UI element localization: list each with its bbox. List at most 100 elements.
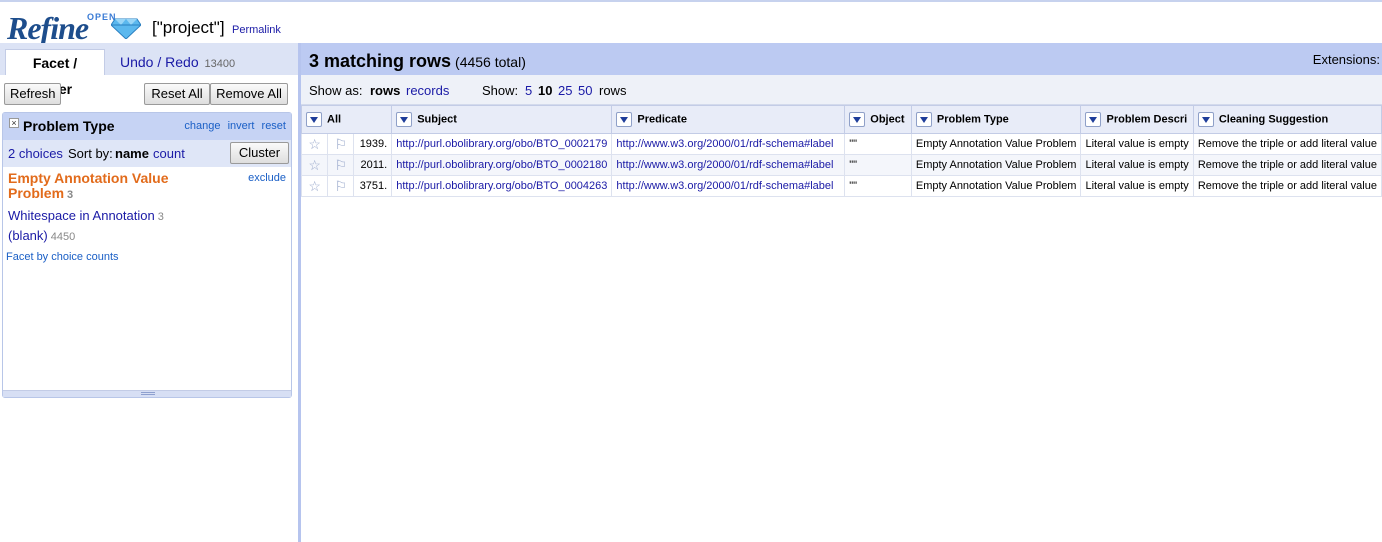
cell-predicate[interactable]: http://www.w3.org/2000/01/rdf-schema#lab… <box>611 175 846 197</box>
remove-all-button[interactable]: Remove All <box>210 83 288 105</box>
cell-problem-type[interactable]: Empty Annotation Value Problem <box>910 175 1082 197</box>
refresh-button[interactable]: Refresh <box>4 83 61 105</box>
cell-cleaning-suggestion[interactable]: Remove the triple or add literal value <box>1192 133 1382 155</box>
cluster-button[interactable]: Cluster <box>230 142 289 164</box>
tab-facet-filter[interactable]: Facet / Filter <box>5 49 105 97</box>
app-header: Refine OPEN ["project"] Permalink <box>0 0 1382 46</box>
summary-bar: 3 matching rows (4456 total) Extensions: <box>301 43 1382 75</box>
column-label: Cleaning Suggestion <box>1218 113 1329 126</box>
left-panel: Facet / Filter Undo / Redo 13400 Refresh… <box>0 43 298 542</box>
column-header-subject[interactable]: Subject <box>391 105 613 134</box>
dropdown-arrow-icon[interactable] <box>1197 112 1214 127</box>
tab-undo-redo-label: Undo / Redo <box>120 54 199 70</box>
matching-count: 3 matching rows <box>309 51 452 71</box>
facet-problem-type: × Problem Type change invert reset 2 cho… <box>2 112 292 398</box>
flag-icon[interactable]: ⚐ <box>327 133 355 155</box>
cell-problem-description[interactable]: Literal value is empty <box>1080 175 1194 197</box>
show-label: Show: <box>482 83 519 98</box>
column-label: Problem Type <box>936 113 1009 126</box>
right-panel: 3 matching rows (4456 total) Extensions: … <box>300 43 1382 542</box>
column-header-predicate[interactable]: Predicate <box>611 105 846 134</box>
project-name[interactable]: ["project"] <box>152 18 225 38</box>
cell-predicate[interactable]: http://www.w3.org/2000/01/rdf-schema#lab… <box>611 133 846 155</box>
column-header-cleaning-suggestion[interactable]: Cleaning Suggestion <box>1192 105 1382 134</box>
row-number: 1939. <box>353 133 393 155</box>
page-size-10[interactable]: 10 <box>538 83 552 98</box>
dropdown-arrow-icon[interactable] <box>1085 112 1102 127</box>
star-icon[interactable]: ☆ <box>300 154 329 176</box>
facet-by-choice-counts-link[interactable]: Facet by choice counts <box>6 251 119 263</box>
dropdown-arrow-icon[interactable] <box>849 112 866 127</box>
sort-by-name[interactable]: name <box>115 146 149 161</box>
facet-choice[interactable]: Whitespace in Annotation 3 <box>8 208 164 223</box>
view-records-option[interactable]: records <box>406 83 449 98</box>
facet-change-link[interactable]: change <box>184 120 220 132</box>
facet-choice-selected[interactable]: Empty Annotation Value Problem 3 <box>8 171 208 203</box>
cell-subject[interactable]: http://purl.obolibrary.org/obo/BTO_00021… <box>391 154 613 176</box>
column-header-problem-type[interactable]: Problem Type <box>910 105 1082 134</box>
cell-predicate[interactable]: http://www.w3.org/2000/01/rdf-schema#lab… <box>611 154 846 176</box>
cell-object[interactable]: "" <box>844 154 912 176</box>
exclude-link[interactable]: exclude <box>248 172 286 184</box>
cell-problem-description[interactable]: Literal value is empty <box>1080 154 1194 176</box>
sort-by-label: Sort by: <box>68 146 113 161</box>
cell-cleaning-suggestion[interactable]: Remove the triple or add literal value <box>1192 175 1382 197</box>
close-icon[interactable]: × <box>9 118 19 128</box>
facet-invert-link[interactable]: invert <box>228 120 255 132</box>
table-row: ☆ ⚐ 3751. http://purl.obolibrary.org/obo… <box>300 175 1382 197</box>
cell-problem-type[interactable]: Empty Annotation Value Problem <box>910 154 1082 176</box>
column-header-object[interactable]: Object <box>844 105 912 134</box>
facet-reset-link[interactable]: reset <box>262 120 286 132</box>
undo-count: 13400 <box>204 58 236 70</box>
cell-subject[interactable]: http://purl.obolibrary.org/obo/BTO_00021… <box>391 133 613 155</box>
view-rows-option[interactable]: rows <box>370 83 400 98</box>
facet-choice-count: 4450 <box>50 231 76 243</box>
sort-by-count[interactable]: count <box>153 146 185 161</box>
facet-actions: change invert reset <box>180 120 286 132</box>
rows-label: rows <box>599 83 627 98</box>
cell-subject[interactable]: http://purl.obolibrary.org/obo/BTO_00042… <box>391 175 613 197</box>
permalink-link[interactable]: Permalink <box>232 24 281 36</box>
reset-all-button[interactable]: Reset All <box>144 83 210 105</box>
column-label: All <box>327 113 342 126</box>
column-header-problem-description[interactable]: Problem Descri <box>1080 105 1194 134</box>
column-label: Predicate <box>637 113 687 126</box>
star-icon[interactable]: ☆ <box>300 133 329 155</box>
flag-icon[interactable]: ⚐ <box>327 154 355 176</box>
cell-cleaning-suggestion[interactable]: Remove the triple or add literal value <box>1192 154 1382 176</box>
grip-icon <box>141 392 155 395</box>
page-size-25[interactable]: 25 <box>558 83 572 98</box>
facet-title-bar: × Problem Type change invert reset <box>3 113 291 140</box>
openrefine-logo[interactable]: Refine OPEN <box>7 10 141 46</box>
facet-choice-count: 3 <box>67 189 74 201</box>
facet-controls: 2 choices Sort by: name count Cluster <box>3 140 291 167</box>
cell-problem-type[interactable]: Empty Annotation Value Problem <box>910 133 1082 155</box>
flag-icon[interactable]: ⚐ <box>327 175 355 197</box>
dropdown-arrow-icon[interactable] <box>306 112 322 127</box>
cell-object[interactable]: "" <box>844 133 912 155</box>
dropdown-arrow-icon[interactable] <box>396 112 413 127</box>
column-label: Problem Descri <box>1106 113 1188 126</box>
star-icon[interactable]: ☆ <box>300 175 329 197</box>
cell-problem-description[interactable]: Literal value is empty <box>1080 133 1194 155</box>
page-size-5[interactable]: 5 <box>525 83 532 98</box>
cell-object[interactable]: "" <box>844 175 912 197</box>
left-tabs: Facet / Filter Undo / Redo 13400 <box>0 43 298 97</box>
header-row: All Subject Predicate Object Problem Typ… <box>300 105 1382 134</box>
column-header-all[interactable]: All <box>300 105 393 134</box>
row-number: 2011. <box>353 154 393 176</box>
show-as-label: Show as: <box>309 83 363 98</box>
dropdown-arrow-icon[interactable] <box>616 112 633 127</box>
facet-choice[interactable]: (blank) 4450 <box>8 228 75 243</box>
page-size-50[interactable]: 50 <box>578 83 592 98</box>
logo-text: Refine <box>7 10 89 46</box>
facet-resize-handle[interactable] <box>3 390 291 397</box>
tab-undo-redo[interactable]: Undo / Redo 13400 <box>112 49 243 75</box>
dropdown-arrow-icon[interactable] <box>915 112 932 127</box>
extensions-menu[interactable]: Extensions: <box>1313 52 1380 67</box>
facet-title: Problem Type <box>23 118 115 134</box>
facet-choice-count: 3 <box>157 211 164 223</box>
column-label: Subject <box>417 113 457 126</box>
matching-rows: 3 matching rows (4456 total) <box>309 51 526 72</box>
choices-count-link[interactable]: 2 choices <box>8 146 63 161</box>
